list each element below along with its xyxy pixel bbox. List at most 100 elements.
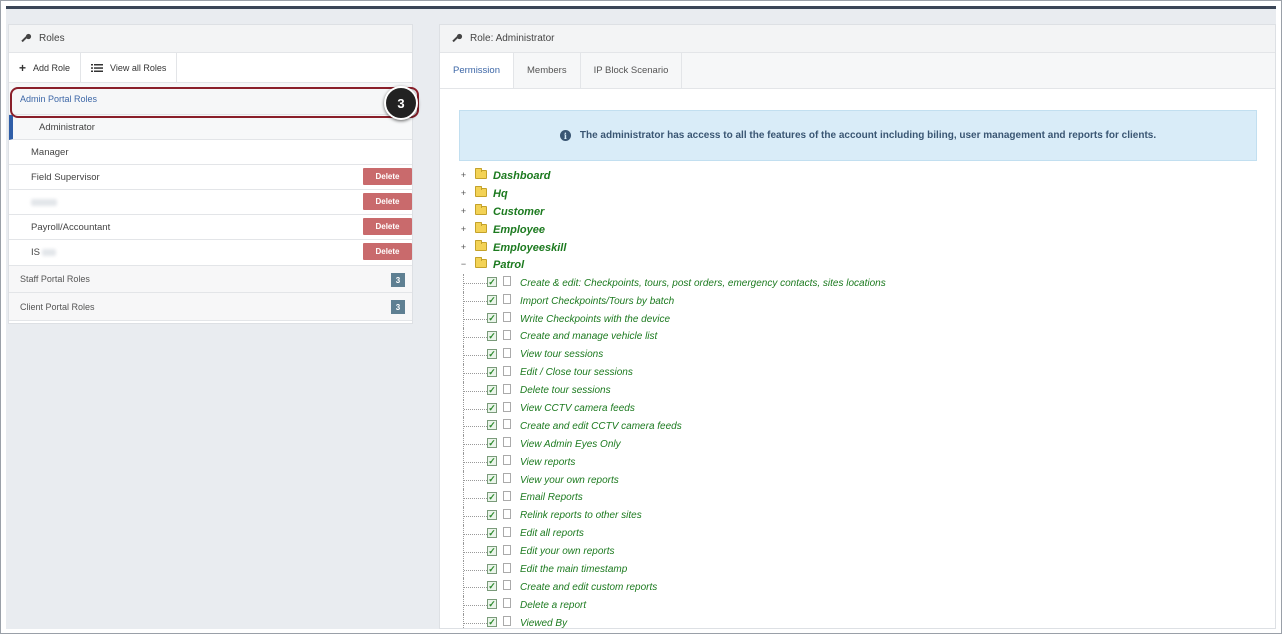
permission-label: Email Reports — [520, 492, 583, 504]
document-icon — [503, 580, 511, 591]
permission-item[interactable]: ✓ Create and edit custom reports — [459, 578, 1259, 597]
role-item-manager[interactable]: Manager — [9, 140, 412, 165]
folder-icon — [475, 185, 487, 197]
checkbox-checked-icon[interactable]: ✓ — [487, 563, 497, 574]
checkbox-checked-icon[interactable]: ✓ — [487, 384, 497, 395]
tree-folder-employeeskill[interactable]: + Employeeskill — [459, 239, 1259, 257]
collapse-icon[interactable]: − — [459, 260, 468, 269]
role-item-administrator[interactable]: Administrator — [9, 115, 412, 140]
document-icon — [503, 330, 511, 341]
checkbox-checked-icon[interactable]: ✓ — [487, 492, 497, 503]
checkbox-checked-icon[interactable]: ✓ — [487, 617, 497, 628]
permission-item[interactable]: ✓ Delete a report — [459, 596, 1259, 615]
checkbox-checked-icon[interactable]: ✓ — [487, 599, 497, 610]
expand-icon[interactable]: + — [459, 188, 468, 198]
permission-item[interactable]: ✓ Write Checkpoints with the device — [459, 310, 1259, 329]
info-icon: i — [559, 130, 571, 141]
permission-item[interactable]: ✓ View Admin Eyes Only — [459, 435, 1259, 454]
role-item-field-supervisor[interactable]: Field Supervisor Delete — [9, 165, 412, 190]
tree-folder-customer[interactable]: + Customer — [459, 203, 1259, 221]
role-item-redacted[interactable]: Delete — [9, 190, 412, 215]
permission-item[interactable]: ✓ View tour sessions — [459, 345, 1259, 364]
permission-item[interactable]: ✓ Create & edit: Checkpoints, tours, post… — [459, 274, 1259, 293]
tab-members[interactable]: Members — [514, 53, 581, 88]
document-icon — [503, 598, 511, 609]
expand-icon[interactable]: + — [459, 224, 468, 234]
permission-item[interactable]: ✓ Edit your own reports — [459, 542, 1259, 561]
checkbox-checked-icon[interactable]: ✓ — [487, 420, 497, 431]
document-icon — [503, 419, 511, 430]
checkbox-checked-icon[interactable]: ✓ — [487, 527, 497, 538]
folder-icon — [475, 168, 487, 179]
permission-item[interactable]: ✓ Create and manage vehicle list — [459, 328, 1259, 346]
checkbox-checked-icon[interactable]: ✓ — [487, 348, 497, 359]
delete-button[interactable]: Delete — [363, 168, 412, 185]
permission-item[interactable]: ✓ View CCTV camera feeds — [459, 399, 1259, 418]
add-role-button[interactable]: + Add Role — [9, 53, 82, 82]
permission-item[interactable]: ✓ View reports — [459, 453, 1259, 472]
checkbox-checked-icon[interactable]: ✓ — [487, 581, 497, 592]
expand-icon[interactable]: + — [459, 171, 468, 180]
folder-label: Employee — [493, 223, 545, 236]
permission-item[interactable]: ✓ Email Reports — [459, 489, 1259, 507]
role-item-is[interactable]: IS Delete — [9, 240, 412, 265]
role-item-payroll-accountant[interactable]: Payroll/Accountant Delete — [9, 215, 412, 240]
checkbox-checked-icon[interactable]: ✓ — [487, 277, 497, 288]
permission-item[interactable]: ✓ Create and edit CCTV camera feeds — [459, 417, 1259, 436]
role-detail-header: Role: Administrator — [440, 25, 1275, 53]
permission-label: Edit your own reports — [520, 546, 615, 558]
expand-icon[interactable]: + — [459, 242, 468, 252]
delete-button[interactable]: Delete — [363, 243, 412, 260]
permission-label: Create & edit: Checkpoints, tours, post … — [520, 277, 886, 289]
document-icon — [503, 473, 511, 484]
checkbox-checked-icon[interactable]: ✓ — [487, 456, 497, 467]
role-name: IS — [31, 247, 40, 258]
patrol-permission-list: ✓ Create & edit: Checkpoints, tours, post… — [459, 274, 1259, 628]
folder-label: Hq — [493, 187, 508, 200]
tree-connector — [464, 354, 487, 356]
tab-ip-block-scenario[interactable]: IP Block Scenario — [581, 53, 683, 88]
checkbox-checked-icon[interactable]: ✓ — [487, 313, 497, 324]
roles-panel-title: Roles — [39, 33, 65, 44]
document-icon — [503, 365, 511, 376]
checkbox-checked-icon[interactable]: ✓ — [487, 438, 497, 449]
checkbox-checked-icon[interactable]: ✓ — [487, 402, 497, 413]
tree-connector — [464, 283, 487, 285]
permission-item[interactable]: ✓ Edit all reports — [459, 524, 1259, 543]
view-all-roles-button[interactable]: View all Roles — [81, 53, 178, 82]
document-icon — [503, 562, 511, 573]
client-portal-roles-group[interactable]: Client Portal Roles 3 — [9, 293, 412, 321]
delete-button[interactable]: Delete — [363, 193, 412, 210]
checkbox-checked-icon[interactable]: ✓ — [487, 295, 497, 306]
permission-item[interactable]: ✓ Edit the main timestamp — [459, 560, 1259, 579]
checkbox-checked-icon[interactable]: ✓ — [487, 545, 497, 556]
permission-item[interactable]: ✓ Import Checkpoints/Tours by batch — [459, 292, 1259, 311]
permission-item[interactable]: ✓ View your own reports — [459, 471, 1259, 490]
tab-permission[interactable]: Permission — [440, 53, 514, 88]
folder-icon — [475, 239, 487, 251]
tree-folder-patrol[interactable]: − Patrol — [459, 256, 1259, 274]
permission-label: Delete a report — [520, 599, 587, 611]
staff-portal-roles-group[interactable]: Staff Portal Roles 3 — [9, 265, 412, 293]
tree-folder-hq[interactable]: + Hq — [459, 185, 1259, 203]
checkbox-checked-icon[interactable]: ✓ — [487, 366, 497, 377]
role-name: Payroll/Accountant — [31, 221, 111, 233]
delete-button[interactable]: Delete — [363, 218, 412, 235]
checkbox-checked-icon[interactable]: ✓ — [487, 509, 497, 520]
client-portal-roles-label: Client Portal Roles — [20, 301, 95, 312]
roles-panel-header: Roles — [9, 25, 412, 53]
add-role-label: Add Role — [33, 62, 71, 73]
document-icon — [503, 526, 511, 537]
permission-item[interactable]: ✓ Edit / Close tour sessions — [459, 363, 1259, 382]
redacted-text — [41, 249, 56, 256]
permission-label: Write Checkpoints with the device — [520, 313, 671, 325]
permission-item[interactable]: ✓ Relink reports to other sites — [459, 506, 1259, 525]
tree-folder-employee[interactable]: + Employee — [459, 221, 1259, 239]
checkbox-checked-icon[interactable]: ✓ — [487, 331, 497, 342]
tree-folder-dashboard[interactable]: + Dashboard — [459, 167, 1259, 185]
permission-item[interactable]: ✓ Viewed By — [459, 614, 1259, 628]
permission-item[interactable]: ✓ Delete tour sessions — [459, 381, 1259, 400]
expand-icon[interactable]: + — [459, 206, 468, 216]
checkbox-checked-icon[interactable]: ✓ — [487, 474, 497, 485]
tree-connector — [463, 614, 464, 628]
